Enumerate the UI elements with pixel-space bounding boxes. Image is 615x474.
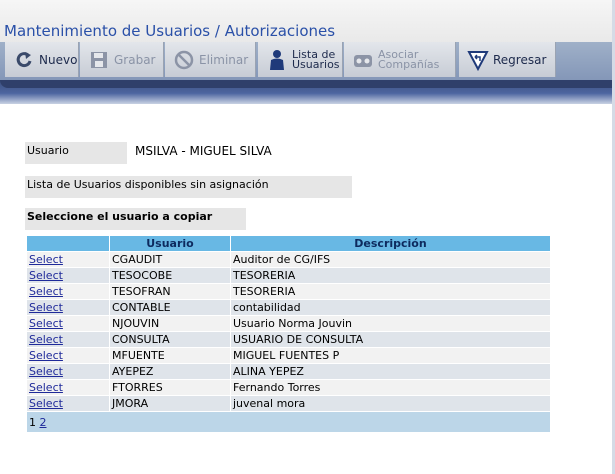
descripcion-cell: Usuario Norma Jouvin <box>230 315 551 332</box>
select-link[interactable]: Select <box>29 253 63 266</box>
grabar-button[interactable]: Grabar <box>80 42 164 77</box>
select-column-header <box>26 235 110 252</box>
table-row: Select AYEPEZ ALINA YEPEZ <box>26 363 551 380</box>
pager-cell: 1 2 <box>26 411 551 433</box>
usuario-cell: CGAUDIT <box>109 251 231 268</box>
select-link[interactable]: Select <box>29 317 63 330</box>
descripcion-cell: contabilidad <box>230 299 551 316</box>
select-cell: Select <box>26 315 110 332</box>
select-cell: Select <box>26 395 110 412</box>
grabar-label: Grabar <box>114 52 156 67</box>
nuevo-button[interactable]: Nuevo <box>5 42 79 77</box>
select-link[interactable]: Select <box>29 269 63 282</box>
usuario-label: Usuario <box>25 142 127 164</box>
descripcion-cell: TESORERIA <box>230 267 551 284</box>
regresar-label: Regresar <box>493 52 547 67</box>
select-cell: Select <box>26 299 110 316</box>
usuario-cell: CONTABLE <box>109 299 231 316</box>
usuario-cell: TESOFRAN <box>109 283 231 300</box>
seleccione-label: Seleccione el usuario a copiar <box>25 208 246 230</box>
companies-icon <box>352 49 374 71</box>
usuario-cell: AYEPEZ <box>109 363 231 380</box>
select-link[interactable]: Select <box>29 349 63 362</box>
pager-page-link[interactable]: 2 <box>40 416 47 429</box>
table-row: Select CGAUDIT Auditor de CG/IFS <box>26 251 551 268</box>
table-row: Select TESOCOBE TESORERIA <box>26 267 551 284</box>
select-link[interactable]: Select <box>29 333 63 346</box>
usuario-cell: NJOUVIN <box>109 315 231 332</box>
lista-usuarios-button[interactable]: Lista de Usuarios <box>258 42 343 77</box>
pager-row: 1 2 <box>26 411 551 433</box>
usuarios-table: Usuario Descripción Select CGAUDIT Auditor… <box>26 235 551 433</box>
select-link[interactable]: Select <box>29 381 63 394</box>
title-bar: Mantenimiento de Usuarios / Autorizacion… <box>0 0 615 42</box>
descripcion-cell: ALINA YEPEZ <box>230 363 551 380</box>
table-row: Select CONSULTA USUARIO DE CONSULTA <box>26 331 551 348</box>
select-link[interactable]: Select <box>29 365 63 378</box>
eliminar-label: Eliminar <box>199 52 249 67</box>
usuario-cell: CONSULTA <box>109 331 231 348</box>
descripcion-cell: Auditor de CG/IFS <box>230 251 551 268</box>
usuario-cell: MFUENTE <box>109 347 231 364</box>
return-icon <box>467 49 489 71</box>
descripcion-column-header: Descripción <box>230 235 551 252</box>
table-row: Select FTORRES Fernando Torres <box>26 379 551 396</box>
table-row: Select NJOUVIN Usuario Norma Jouvin <box>26 315 551 332</box>
table-row: Select CONTABLE contabilidad <box>26 299 551 316</box>
lista-usuarios-label: Lista de Usuarios <box>292 47 340 71</box>
descripcion-cell: USUARIO DE CONSULTA <box>230 331 551 348</box>
select-link[interactable]: Select <box>29 285 63 298</box>
asociar-companias-label: Asociar Compañías <box>378 47 440 71</box>
header-band-shadow <box>0 80 615 88</box>
asociar-companias-button[interactable]: Asociar Compañías <box>344 42 456 77</box>
save-icon <box>88 49 110 71</box>
select-cell: Select <box>26 331 110 348</box>
usuario-cell: JMORA <box>109 395 231 412</box>
descripcion-cell: juvenal mora <box>230 395 551 412</box>
eliminar-button[interactable]: Eliminar <box>165 42 256 77</box>
users-icon <box>266 49 288 71</box>
select-link[interactable]: Select <box>29 301 63 314</box>
usuario-column-header: Usuario <box>109 235 231 252</box>
descripcion-cell: Fernando Torres <box>230 379 551 396</box>
nuevo-label: Nuevo <box>39 52 78 67</box>
delete-icon <box>173 49 195 71</box>
descripcion-cell: TESORERIA <box>230 283 551 300</box>
select-cell: Select <box>26 379 110 396</box>
table-header-row: Usuario Descripción <box>26 235 551 252</box>
pager-current-page: 1 <box>29 415 36 429</box>
select-cell: Select <box>26 363 110 380</box>
table-row: Select JMORA juvenal mora <box>26 395 551 412</box>
table-row: Select MFUENTE MIGUEL FUENTES P <box>26 347 551 364</box>
usuario-value: MSILVA - MIGUEL SILVA <box>135 144 272 158</box>
refresh-icon <box>13 49 35 71</box>
usuario-cell: TESOCOBE <box>109 267 231 284</box>
select-cell: Select <box>26 251 110 268</box>
select-cell: Select <box>26 347 110 364</box>
select-cell: Select <box>26 267 110 284</box>
page-title: Mantenimiento de Usuarios / Autorizacion… <box>4 22 336 40</box>
select-cell: Select <box>26 283 110 300</box>
descripcion-cell: MIGUEL FUENTES P <box>230 347 551 364</box>
table-row: Select TESOFRAN TESORERIA <box>26 283 551 300</box>
lista-disponibles-label: Lista de Usuarios disponibles sin asigna… <box>25 176 352 198</box>
regresar-button[interactable]: Regresar <box>459 42 556 77</box>
select-link[interactable]: Select <box>29 397 63 410</box>
usuario-cell: FTORRES <box>109 379 231 396</box>
